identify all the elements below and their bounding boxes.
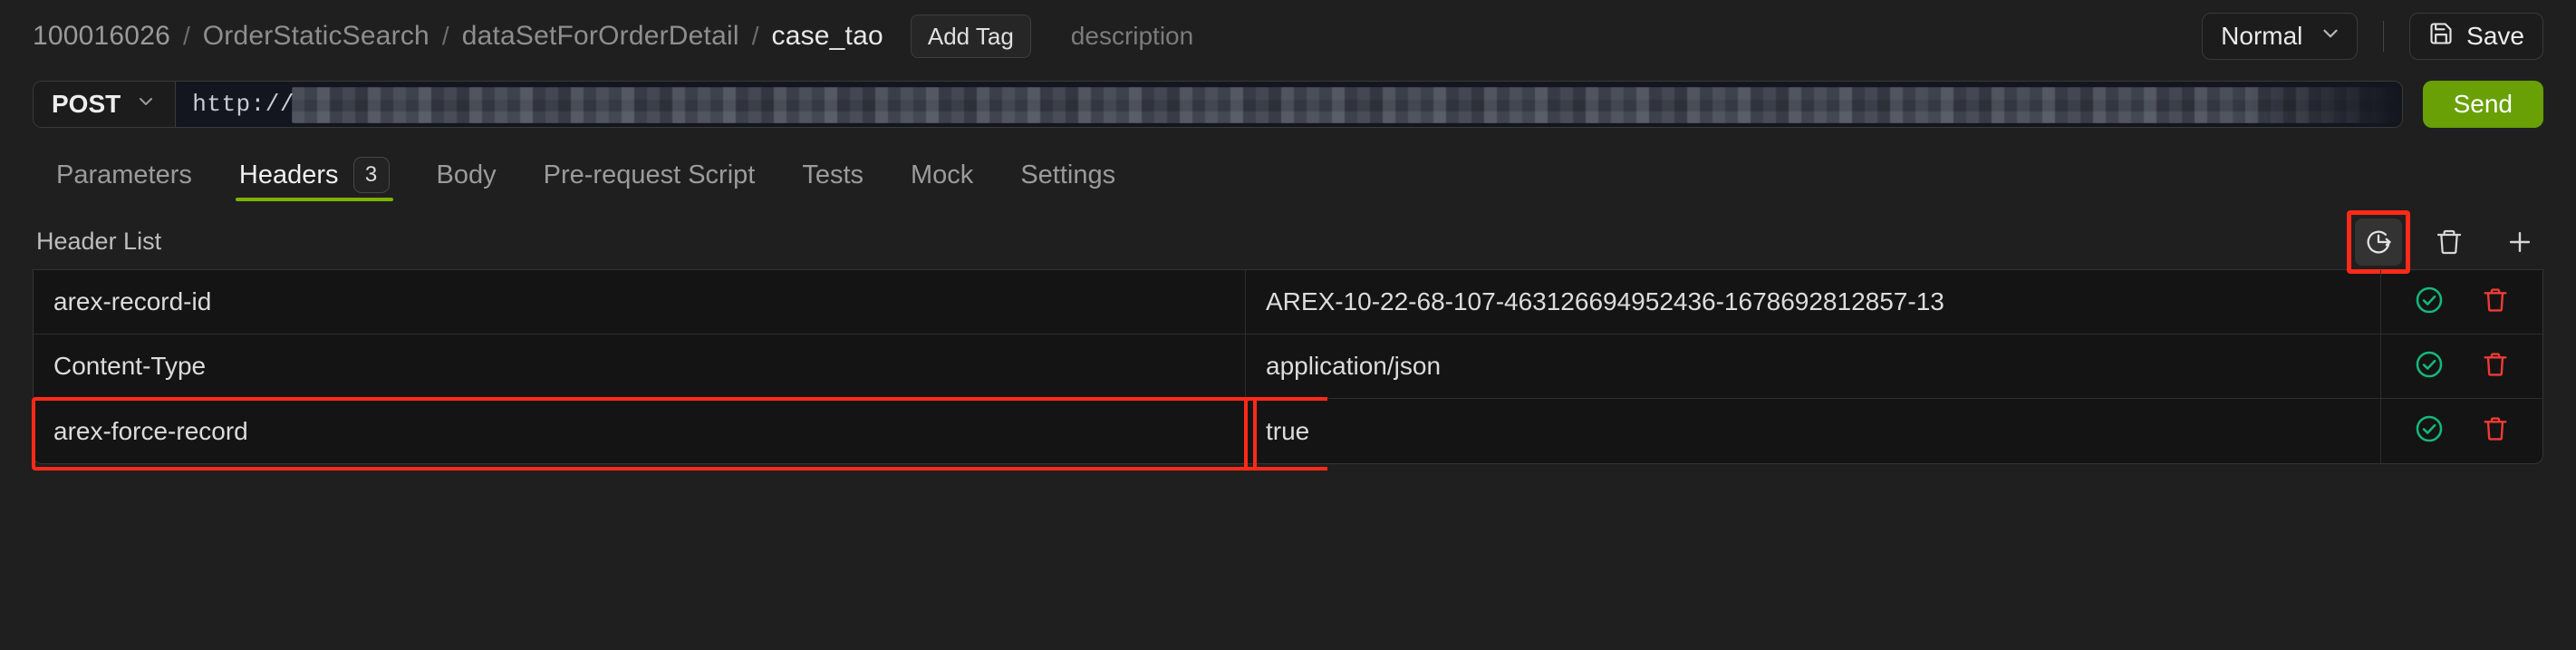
save-label: Save [2466, 22, 2524, 50]
tab-pre-request-script[interactable]: Pre-request Script [520, 149, 779, 201]
divider [2383, 21, 2385, 52]
header-list-table: arex-record-id AREX-10-22-68-107-4631266… [33, 270, 2543, 464]
tab-label: Tests [802, 160, 864, 189]
tab-settings[interactable]: Settings [997, 149, 1139, 201]
topbar: 100016026 / OrderStaticSearch / dataSetF… [0, 0, 2576, 73]
check-circle-icon[interactable] [2414, 413, 2445, 449]
url-group: POST http:// [33, 81, 2403, 128]
url-row: POST http:// Send [0, 76, 2576, 132]
mode-select-value: Normal [2221, 22, 2303, 50]
tab-label: Body [436, 160, 497, 189]
record-icon[interactable] [2347, 209, 2410, 274]
tab-label: Pre-request Script [543, 160, 756, 189]
add-tag-label: Add Tag [927, 22, 1014, 50]
chevron-down-icon [135, 90, 157, 119]
description-input[interactable]: description [1071, 22, 1193, 51]
breadcrumb-separator: / [441, 22, 449, 50]
tab-label: Mock [911, 160, 974, 189]
breadcrumb-item-workspace[interactable]: 100016026 [33, 21, 170, 52]
save-button[interactable]: Save [2409, 13, 2543, 60]
method-select-value: POST [52, 90, 121, 118]
topbar-actions: Normal Save [2202, 13, 2543, 60]
tab-parameters[interactable]: Parameters [33, 149, 216, 201]
url-input[interactable]: http:// [176, 82, 2402, 127]
tab-label: Headers [238, 160, 339, 189]
breadcrumb-item-case[interactable]: case_tao [772, 21, 883, 52]
chevron-down-icon [2319, 22, 2342, 52]
breadcrumb: 100016026 / OrderStaticSearch / dataSetF… [33, 21, 883, 52]
header-value-cell[interactable]: application/json [1246, 335, 2381, 398]
trash-icon[interactable] [2426, 218, 2473, 266]
redacted-url-overlay [292, 87, 2402, 123]
check-circle-icon[interactable] [2414, 285, 2445, 320]
header-key-cell[interactable]: arex-record-id [34, 270, 1246, 334]
check-circle-icon[interactable] [2414, 349, 2445, 384]
plus-icon[interactable] [2496, 218, 2543, 266]
header-key-cell[interactable]: Content-Type [34, 335, 1246, 398]
tab-tests[interactable]: Tests [778, 149, 887, 201]
table-row[interactable]: arex-force-record true [34, 399, 2542, 463]
header-value-cell[interactable]: true [1246, 399, 2381, 463]
row-actions [2381, 270, 2542, 334]
tab-badge-count: 3 [352, 157, 390, 193]
send-label: Send [2453, 90, 2513, 118]
trash-icon[interactable] [2481, 350, 2510, 383]
tab-body[interactable]: Body [413, 149, 520, 201]
api-request-editor: 100016026 / OrderStaticSearch / dataSetF… [0, 0, 2576, 650]
trash-icon[interactable] [2481, 414, 2510, 448]
mode-select[interactable]: Normal [2202, 13, 2359, 60]
add-tag-button[interactable]: Add Tag [910, 15, 1031, 58]
breadcrumb-item-collection[interactable]: OrderStaticSearch [203, 21, 429, 52]
header-list-toolbar: Header List action.record [33, 209, 2543, 274]
tab-label: Settings [1020, 160, 1116, 189]
trash-icon[interactable] [2481, 286, 2510, 319]
method-select[interactable]: POST [34, 82, 177, 127]
tab-label: Parameters [56, 160, 192, 189]
header-value-cell[interactable]: AREX-10-22-68-107-463126694952436-167869… [1246, 270, 2381, 334]
breadcrumb-separator: / [182, 22, 190, 50]
table-row[interactable]: Content-Type application/json [34, 335, 2542, 399]
header-list-actions: action.record [2347, 209, 2543, 274]
tab-mock[interactable]: Mock [887, 149, 997, 201]
header-key-cell[interactable]: arex-force-record [34, 399, 1246, 463]
breadcrumb-separator: / [751, 22, 759, 50]
header-list-title: Header List [36, 228, 162, 255]
floppy-disk-icon [2428, 21, 2454, 53]
table-row[interactable]: arex-record-id AREX-10-22-68-107-4631266… [34, 270, 2542, 335]
send-button[interactable]: Send [2422, 81, 2543, 128]
request-tabs: Parameters Headers 3 Body Pre-request Sc… [0, 145, 2576, 201]
url-text: http:// [192, 91, 294, 118]
tab-headers[interactable]: Headers 3 [216, 149, 413, 201]
breadcrumb-item-folder[interactable]: dataSetForOrderDetail [462, 21, 739, 52]
row-actions [2381, 399, 2542, 463]
row-actions [2381, 335, 2542, 398]
